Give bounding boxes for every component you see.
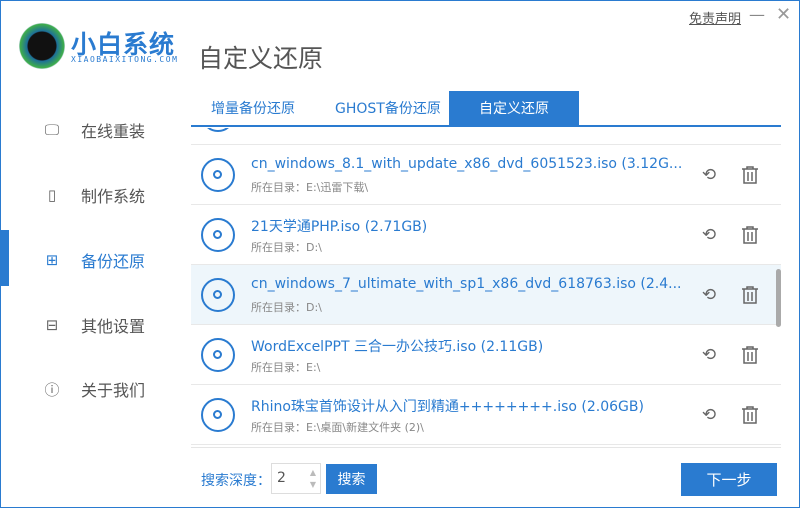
trash-icon[interactable] — [740, 405, 760, 425]
list-item[interactable]: Rhino珠宝首饰设计从入门到精通++++++++.iso (2.06GB) 所… — [191, 385, 781, 445]
file-directory: 所在目录：D:\ — [251, 301, 322, 314]
list-item[interactable]: cn_windows_7_ultimate_with_sp1_x86_dvd_6… — [191, 265, 781, 325]
disc-icon — [201, 338, 235, 372]
tab-ghost[interactable]: GHOST备份还原 — [315, 91, 461, 125]
list-item[interactable]: cn_windows_8.1_with_update_x86_dvd_60515… — [191, 145, 781, 205]
file-name: cn_windows_8.1_with_update_x86_dvd_60515… — [251, 156, 683, 172]
restore-icon[interactable]: ⟲ — [699, 285, 719, 305]
brand-url: XIAOBAIXITONG.COM — [71, 55, 179, 64]
restore-icon[interactable]: ⟲ — [699, 225, 719, 245]
sidebar-item-label: 制作系统 — [81, 187, 146, 206]
disc-icon — [201, 218, 235, 252]
restore-icon[interactable]: ⟲ — [699, 405, 719, 425]
minimize-button[interactable]: — — [749, 5, 765, 24]
sidebar-item-label: 其他设置 — [81, 317, 146, 336]
sidebar-active-indicator — [1, 230, 9, 286]
list-item-partial — [191, 128, 781, 145]
next-button[interactable]: 下一步 — [681, 463, 777, 496]
page-title: 自定义还原 — [198, 44, 324, 73]
tab-bar: 增量备份还原 GHOST备份还原 自定义还原 — [191, 91, 781, 127]
depth-value[interactable]: 2 — [277, 470, 286, 486]
sidebar-item-0[interactable]: 🖵 在线重装 — [41, 115, 145, 145]
spinner-arrows-icon[interactable]: ▲ ▼ — [310, 467, 316, 491]
file-directory: 所在目录：E:\迅雷下载\ — [251, 181, 369, 194]
disc-icon — [201, 398, 235, 432]
file-directory: 所在目录：E:\桌面\新建文件夹 (2)\ — [251, 421, 424, 434]
file-name: WordExcelPPT 三合一办公技巧.iso (2.11GB) — [251, 339, 544, 355]
sidebar-item-label: 在线重装 — [81, 122, 146, 141]
search-button[interactable]: 搜索 — [326, 464, 377, 494]
sidebar-item-4[interactable]: ⓘ 关于我们 — [41, 374, 145, 404]
list-item[interactable]: WordExcelPPT 三合一办公技巧.iso (2.11GB) 所在目录：E… — [191, 325, 781, 385]
list-item[interactable]: 21天学通PHP.iso (2.71GB) 所在目录：D:\ ⟲ — [191, 205, 781, 265]
sidebar-item-2[interactable]: ⊞ 备份还原 — [41, 245, 145, 275]
sidebar-item-3[interactable]: ⊟ 其他设置 — [41, 310, 145, 340]
trash-icon[interactable] — [740, 345, 760, 365]
monitor-icon: 🖵 — [44, 121, 60, 139]
info-icon: ⓘ — [44, 380, 60, 399]
disc-icon — [201, 278, 235, 312]
usb-icon: ▯ — [47, 186, 57, 204]
restore-icon[interactable]: ⟲ — [699, 345, 719, 365]
disc-icon — [201, 158, 235, 192]
disclaimer-link[interactable]: 免责声明 — [689, 8, 741, 27]
disc-icon — [201, 128, 235, 132]
file-name: Rhino珠宝首饰设计从入门到精通++++++++.iso (2.06GB) — [251, 399, 644, 415]
trash-icon[interactable] — [740, 165, 760, 185]
search-depth-label: 搜索深度： — [201, 473, 271, 489]
sidebar-item-label: 备份还原 — [81, 252, 146, 271]
tab-custom[interactable]: 自定义还原 — [449, 91, 579, 125]
search-depth-stepper[interactable]: 2 ▲ ▼ — [271, 463, 321, 494]
scrollbar[interactable] — [776, 269, 781, 327]
grid-icon: ⊞ — [45, 251, 59, 269]
restore-icon[interactable]: ⟲ — [699, 165, 719, 185]
file-name: cn_windows_7_ultimate_with_sp1_x86_dvd_6… — [251, 276, 682, 292]
logo-icon — [19, 23, 65, 69]
tab-incremental[interactable]: 增量备份还原 — [191, 91, 315, 125]
sidebar-item-1[interactable]: ▯ 制作系统 — [41, 180, 145, 210]
sidebar-item-label: 关于我们 — [81, 381, 146, 400]
file-name: 21天学通PHP.iso (2.71GB) — [251, 219, 428, 235]
file-directory: 所在目录：E:\ — [251, 361, 321, 374]
file-directory: 所在目录：D:\ — [251, 241, 322, 254]
briefcase-icon: ⊟ — [45, 316, 59, 334]
trash-icon[interactable] — [740, 225, 760, 245]
trash-icon[interactable] — [740, 285, 760, 305]
file-list: cn_windows_8.1_with_update_x86_dvd_60515… — [191, 128, 781, 448]
close-button[interactable]: ✕ — [776, 4, 791, 25]
app-window: 小白系统 XIAOBAIXITONG.COM 自定义还原 免责声明 — ✕ 🖵 在… — [0, 0, 800, 508]
